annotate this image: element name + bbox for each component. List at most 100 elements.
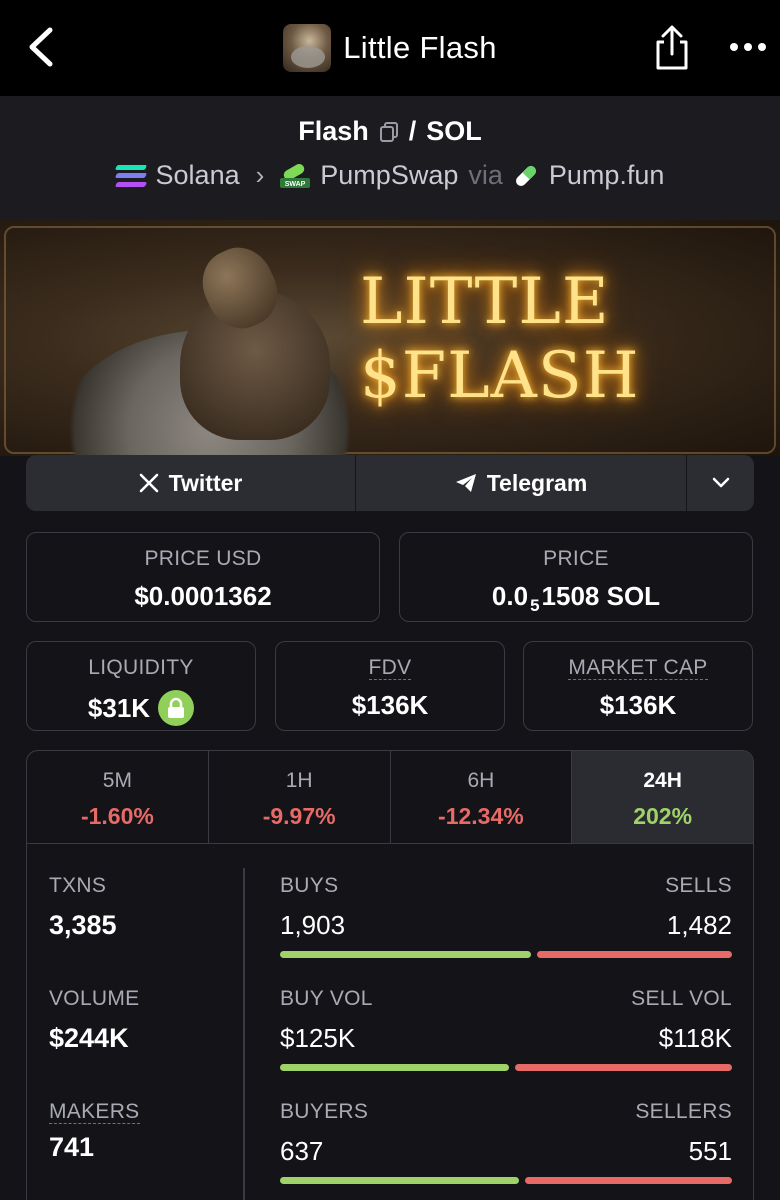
tab-24h-label: 24H	[643, 769, 682, 792]
tab-24h[interactable]: 24H 202%	[572, 751, 753, 844]
sell-volume-bar-fill	[515, 1064, 732, 1071]
tab-1h[interactable]: 1H -9.97%	[209, 751, 391, 844]
buys-sells-bar	[280, 951, 732, 958]
txns-stat: TXNS 3,385	[49, 874, 117, 941]
buy-volume-bar-fill	[280, 1064, 510, 1071]
token-banner: LITTLE $FLASH	[0, 220, 780, 456]
copy-icon[interactable]	[379, 121, 399, 143]
buy-sell-volume-bar	[280, 1064, 732, 1071]
sells-label: SELLS	[665, 874, 732, 897]
price-usd-label: PRICE USD	[144, 547, 262, 570]
svg-text:SWAP: SWAP	[285, 181, 306, 188]
pumpfun-pill-icon	[515, 165, 536, 186]
tab-6h-label: 6H	[467, 769, 495, 792]
tab-5m-label: 5M	[102, 769, 132, 792]
via-label: via	[468, 160, 503, 190]
makers-stat[interactable]: MAKERS 741	[49, 1100, 140, 1163]
pair-header: Flash / SOL Solana › SWAP PumpSwap via P…	[0, 96, 780, 220]
sellers-label: SELLERS	[635, 1100, 732, 1123]
dex-name[interactable]: PumpSwap	[320, 160, 458, 191]
share-icon[interactable]	[650, 24, 694, 72]
top-nav: Little Flash	[0, 0, 780, 96]
quote-symbol: SOL	[426, 116, 482, 146]
buy-volume-value: $125K	[280, 1023, 356, 1053]
price-usd-value: $0.0001362	[134, 581, 272, 611]
price-native-value: 0.0 5 1508 SOL	[400, 581, 752, 615]
txns-label: TXNS	[49, 874, 107, 897]
social-links-bar: Twitter Telegram	[26, 455, 754, 511]
pair-title: Flash / SOL	[0, 116, 780, 147]
tab-5m-change: -1.60%	[80, 803, 154, 829]
solana-icon	[114, 164, 147, 187]
banner-logo-text: LITTLE $FLASH	[360, 265, 640, 413]
price-usd-card: PRICE USD $0.0001362	[26, 532, 380, 622]
sell-volume-value: $118K	[658, 1023, 732, 1053]
buyers-sellers-bar	[280, 1177, 732, 1184]
buyers-sellers-row: BUYERS SELLERS 637 551	[280, 1100, 732, 1184]
more-links-dropdown[interactable]	[687, 455, 754, 511]
buy-volume-label: BUY VOL	[280, 987, 373, 1010]
chain-breadcrumb: Solana › SWAP PumpSwap via Pump.fun	[0, 160, 780, 191]
market-cap-label: MARKET CAP	[568, 656, 708, 681]
price-native-label: PRICE	[543, 547, 609, 570]
twitter-label: Twitter	[168, 469, 243, 496]
chevron-down-icon	[712, 477, 729, 488]
price-native-zero-count: 5	[530, 595, 540, 615]
base-symbol: Flash	[298, 116, 369, 146]
launchpad-name[interactable]: Pump.fun	[549, 160, 665, 191]
tab-24h-change: 202%	[633, 803, 693, 829]
liquidity-label: LIQUIDITY	[88, 656, 194, 679]
sell-volume-label: SELL VOL	[631, 987, 732, 1010]
liquidity-lock-icon[interactable]	[158, 690, 195, 726]
sells-value: 1,482	[666, 910, 732, 940]
buys-sells-row: BUYS SELLS 1,903 1,482	[280, 874, 732, 958]
makers-label: MAKERS	[49, 1100, 140, 1125]
market-cap-value: $136K	[599, 690, 677, 721]
buys-label: BUYS	[280, 874, 339, 897]
stats-divider	[243, 868, 245, 1200]
liquidity-card: LIQUIDITY $31K	[26, 641, 256, 731]
pair-separator: /	[408, 116, 417, 146]
market-cap-card[interactable]: MARKET CAP $136K	[523, 641, 753, 731]
txns-value: 3,385	[49, 910, 117, 940]
volume-value: $244K	[49, 1023, 129, 1053]
buy-sell-volume-row: BUY VOL SELL VOL $125K $118K	[280, 987, 732, 1071]
telegram-icon	[455, 474, 476, 492]
buys-value: 1,903	[280, 910, 346, 940]
buyers-bar-fill	[280, 1177, 520, 1184]
tab-5m[interactable]: 5M -1.60%	[27, 751, 209, 844]
buyers-label: BUYERS	[280, 1100, 369, 1123]
volume-label: VOLUME	[49, 987, 140, 1010]
telegram-label: Telegram	[486, 469, 588, 496]
chain-name[interactable]: Solana	[156, 160, 240, 191]
makers-value: 741	[49, 1132, 95, 1163]
tab-1h-label: 1H	[285, 769, 313, 792]
sells-bar-fill	[536, 951, 732, 958]
timeframe-tabs: 5M -1.60% 1H -9.97% 6H -12.34% 24H 202%	[26, 750, 754, 844]
banner-logo-line2: $FLASH	[360, 339, 640, 413]
buys-bar-fill	[280, 951, 531, 958]
sellers-bar-fill	[525, 1177, 732, 1184]
liquidity-value-row: $31K	[27, 690, 255, 726]
token-avatar	[283, 24, 332, 72]
banner-logo-line1: LITTLE	[360, 265, 610, 339]
telegram-button[interactable]: Telegram	[356, 455, 687, 511]
price-native-prefix: 0.0	[491, 581, 529, 611]
liquidity-value: $31K	[87, 692, 151, 723]
price-native-digits: 1508 SOL	[541, 581, 661, 611]
twitter-button[interactable]: Twitter	[26, 455, 356, 511]
fdv-card[interactable]: FDV $136K	[275, 641, 505, 731]
fdv-label: FDV	[368, 656, 412, 681]
volume-stat: VOLUME $244K	[49, 987, 140, 1054]
tab-6h[interactable]: 6H -12.34%	[391, 751, 573, 844]
token-name: Little Flash	[343, 30, 497, 65]
buyers-value: 637	[280, 1136, 324, 1166]
x-logo-icon	[139, 473, 158, 493]
price-native-card: PRICE 0.0 5 1508 SOL	[399, 532, 753, 622]
fdv-value: $136K	[351, 690, 429, 721]
pumpswap-icon: SWAP	[280, 163, 311, 188]
sellers-value: 551	[688, 1136, 732, 1166]
tab-6h-change: -12.34%	[438, 803, 524, 829]
chevron-right-icon: ›	[255, 160, 265, 190]
more-options-icon[interactable]	[728, 36, 768, 58]
